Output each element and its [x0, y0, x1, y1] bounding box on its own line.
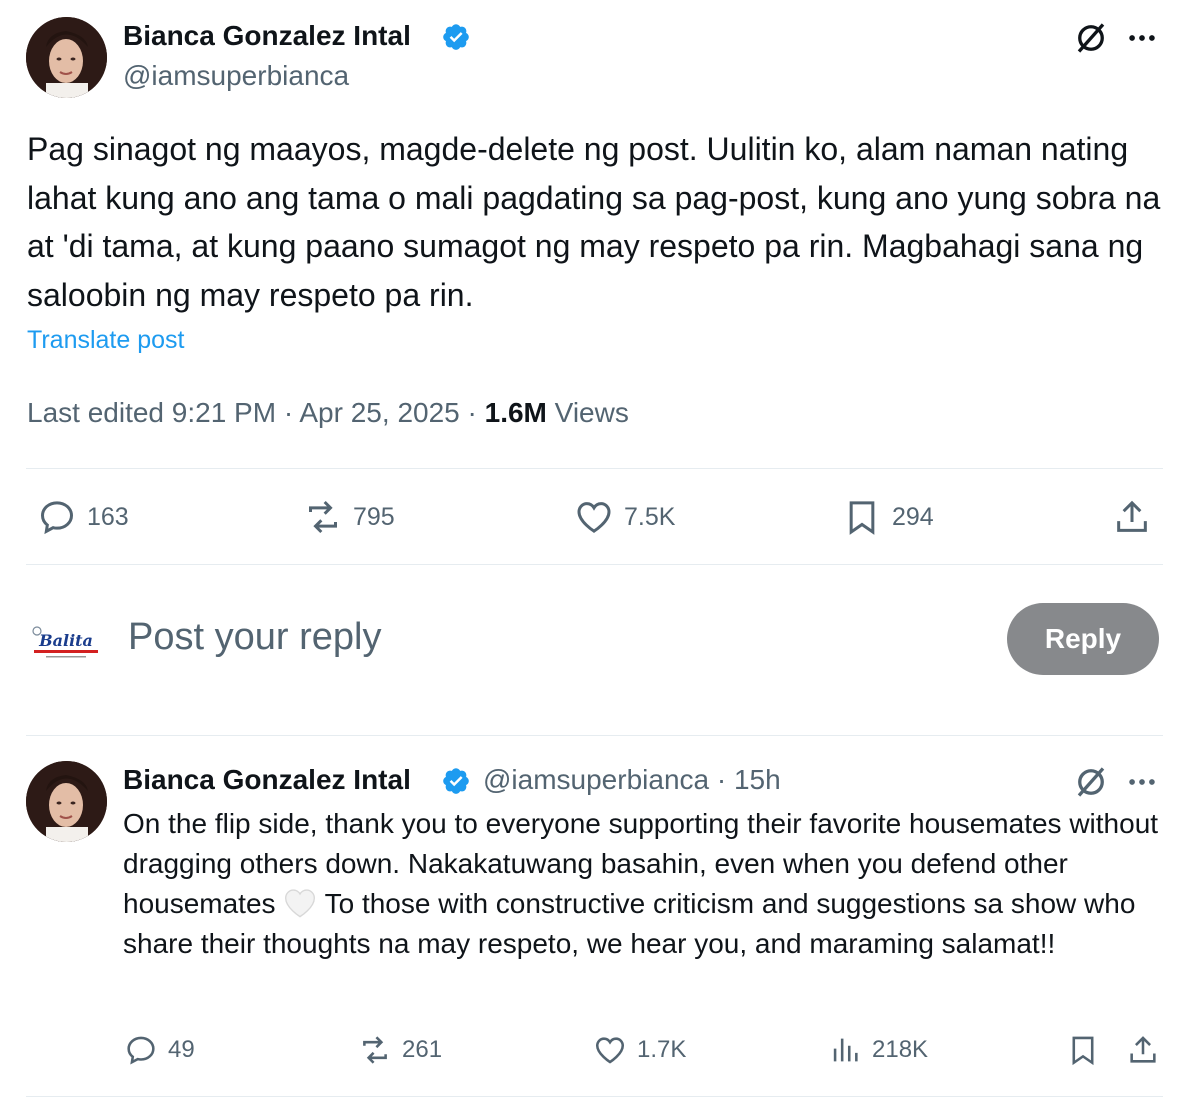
author-handle[interactable]: @iamsuperbianca	[123, 60, 349, 92]
views-count: 218K	[872, 1036, 929, 1063]
reply-button[interactable]: Reply	[1007, 603, 1159, 675]
author-avatar[interactable]	[26, 17, 107, 98]
more-icon[interactable]	[1125, 21, 1159, 55]
views-count: 1.6M	[484, 397, 547, 428]
views-label: Views	[554, 397, 629, 428]
like-action[interactable]: 7.5K	[574, 497, 675, 537]
reply-count: 163	[87, 502, 129, 531]
repost-icon	[358, 1033, 392, 1067]
grok-icon[interactable]	[1073, 20, 1109, 56]
reply-action[interactable]: 163	[37, 497, 129, 537]
like-count: 7.5K	[624, 502, 676, 531]
bookmark-action[interactable]: 294	[842, 497, 934, 537]
like-count: 1.7K	[637, 1036, 687, 1063]
grok-icon[interactable]	[1073, 764, 1109, 800]
reply-text: On the flip side, thank you to everyone …	[123, 804, 1178, 964]
repost-action[interactable]: 261	[358, 1033, 442, 1067]
verified-badge-icon	[441, 22, 471, 52]
share-action[interactable]	[1112, 497, 1152, 537]
like-icon	[574, 497, 614, 537]
svg-text:Balita: Balita	[38, 631, 93, 650]
bookmark-icon	[1066, 1033, 1100, 1067]
repost-count: 261	[402, 1036, 443, 1063]
like-action[interactable]: 1.7K	[593, 1033, 686, 1067]
share-icon	[1112, 497, 1152, 537]
reply-action[interactable]: 49	[124, 1033, 195, 1067]
repost-action[interactable]: 795	[303, 497, 395, 537]
reply-author-name[interactable]: Bianca Gonzalez Intal	[123, 764, 411, 796]
divider	[26, 1096, 1163, 1097]
like-icon	[593, 1033, 627, 1067]
views-action[interactable]: 218K	[828, 1033, 928, 1067]
divider	[26, 564, 1163, 565]
views-icon	[828, 1033, 862, 1067]
reply-input[interactable]: Post your reply	[128, 616, 381, 659]
post-text: Pag sinagot ng maayos, magde-delete ng p…	[27, 131, 1161, 313]
user-avatar-logo[interactable]: Balita	[30, 622, 102, 662]
reply-author-avatar[interactable]	[26, 761, 107, 842]
share-icon	[1126, 1033, 1160, 1067]
white-heart-emoji	[283, 888, 317, 918]
divider	[26, 735, 1163, 736]
post-meta: Last edited 9:21 PM · Apr 25, 2025 · 1.6…	[27, 397, 629, 429]
more-icon[interactable]	[1125, 765, 1159, 799]
repost-count: 795	[353, 502, 395, 531]
reply-icon	[37, 497, 77, 537]
author-name[interactable]: Bianca Gonzalez Intal	[123, 20, 411, 52]
repost-icon	[303, 497, 343, 537]
translate-post-link[interactable]: Translate post	[27, 326, 184, 355]
reply-handle-time[interactable]: @iamsuperbianca · 15h	[483, 764, 781, 796]
edited-timestamp[interactable]: Last edited 9:21 PM · Apr 25, 2025 ·	[27, 397, 485, 428]
verified-badge-icon	[441, 766, 471, 796]
reply-count: 49	[168, 1036, 195, 1063]
share-action[interactable]	[1126, 1033, 1160, 1067]
bookmark-count: 294	[892, 502, 934, 531]
bookmark-icon	[842, 497, 882, 537]
bookmark-action[interactable]	[1066, 1033, 1100, 1067]
divider	[26, 468, 1163, 469]
reply-icon	[124, 1033, 158, 1067]
